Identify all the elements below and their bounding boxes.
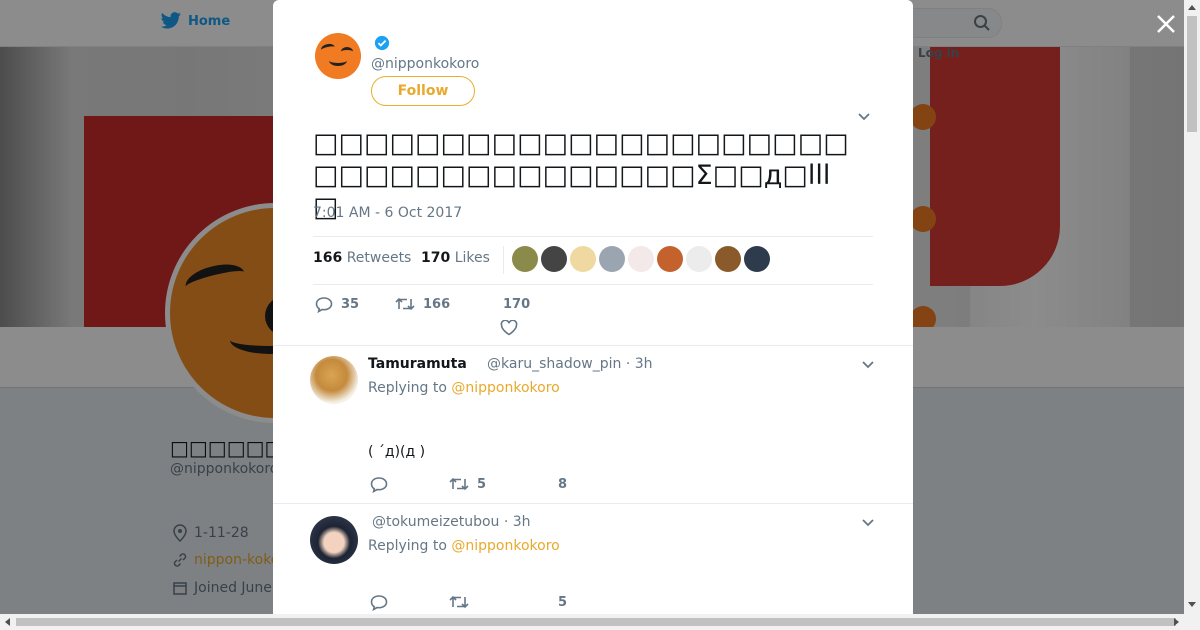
like-count: 5	[558, 595, 568, 610]
reply-item[interactable]: Tamuramuta @karu_shadow_pin · 3h Replyin…	[273, 346, 913, 502]
replying-to-link[interactable]: @nipponkokoro	[451, 380, 559, 396]
liker-avatar[interactable]	[628, 246, 654, 272]
retweet-icon	[449, 477, 469, 491]
scrollbar-thumb[interactable]	[1187, 16, 1197, 132]
like-action[interactable]: 5	[558, 595, 567, 610]
chevron-down-icon[interactable]	[861, 518, 875, 528]
liker-avatar[interactable]	[686, 246, 712, 272]
liker-avatar[interactable]	[541, 246, 567, 272]
retweet-count: 5	[477, 476, 487, 492]
retweet-icon	[449, 595, 469, 609]
chevron-down-icon[interactable]	[857, 112, 871, 122]
reply-icon	[370, 595, 388, 611]
liker-avatar[interactable]	[744, 246, 770, 272]
replying-to: Replying to @nipponkokoro	[368, 538, 560, 554]
scrollbar-thumb[interactable]	[16, 618, 1176, 626]
liker-avatar[interactable]	[512, 246, 538, 272]
chevron-down-icon[interactable]	[861, 360, 875, 370]
reply-action[interactable]	[370, 476, 388, 493]
tweet-timestamp[interactable]: 7:01 AM - 6 Oct 2017	[313, 205, 462, 221]
verified-icon	[374, 35, 390, 51]
liker-avatars	[503, 246, 770, 274]
like-count-action[interactable]: 170	[503, 297, 530, 312]
reply-author-name[interactable]: Tamuramuta	[368, 356, 467, 372]
retweet-action[interactable]: 166	[395, 296, 450, 312]
likes-label: Likes	[454, 250, 490, 266]
retweet-action[interactable]	[449, 594, 469, 610]
replying-to: Replying to @nipponkokoro	[368, 380, 560, 396]
retweets-count: 166	[313, 250, 343, 266]
vertical-scrollbar[interactable]	[1184, 0, 1200, 614]
retweet-action[interactable]: 5	[449, 476, 486, 492]
reply-author-handle[interactable]: @tokumeizetubou · 3h	[372, 514, 531, 530]
follow-button[interactable]: Follow	[371, 76, 475, 106]
replying-to-prefix: Replying to	[368, 380, 447, 396]
reply-avatar[interactable]	[310, 356, 358, 404]
reply-icon	[315, 297, 333, 313]
retweet-count: 166	[423, 296, 451, 312]
heart-icon[interactable]	[500, 320, 518, 336]
reply-text: ( ´д)(д )	[368, 444, 426, 460]
retweets-stat[interactable]: 166 Retweets	[313, 250, 411, 266]
like-count: 8	[558, 477, 568, 492]
author-handle[interactable]: @nipponkokoro	[371, 56, 479, 72]
horizontal-scrollbar[interactable]	[0, 614, 1200, 630]
reply-item[interactable]: @tokumeizetubou · 3h Replying to @nippon…	[273, 504, 913, 614]
likes-stat[interactable]: 170 Likes	[421, 250, 490, 266]
reply-count: 35	[341, 297, 360, 312]
author-avatar[interactable]	[315, 33, 361, 79]
replying-to-prefix: Replying to	[368, 538, 447, 554]
reply-action[interactable]: 35	[315, 296, 359, 313]
reply-action[interactable]	[370, 594, 388, 611]
replying-to-link[interactable]: @nipponkokoro	[451, 538, 559, 554]
liker-avatar[interactable]	[715, 246, 741, 272]
reply-author-handle[interactable]: @karu_shadow_pin · 3h	[487, 356, 653, 372]
retweets-label: Retweets	[346, 250, 412, 266]
like-action[interactable]: 8	[558, 477, 567, 492]
liker-avatar[interactable]	[570, 246, 596, 272]
liker-avatar[interactable]	[599, 246, 625, 272]
reply-avatar[interactable]	[310, 516, 358, 564]
close-icon[interactable]	[1152, 10, 1180, 38]
liker-avatar[interactable]	[657, 246, 683, 272]
reply-icon	[370, 477, 388, 493]
like-count: 170	[503, 297, 531, 312]
tweet-stats: 166 Retweets 170 Likes	[313, 236, 873, 285]
likes-count: 170	[421, 250, 451, 266]
tweet-actions: 35 166 170	[313, 296, 873, 336]
retweet-icon	[395, 297, 415, 311]
tweet-modal: @nipponkokoro Follow □□□□□□□□□□□□□□□□□□□…	[273, 0, 913, 614]
